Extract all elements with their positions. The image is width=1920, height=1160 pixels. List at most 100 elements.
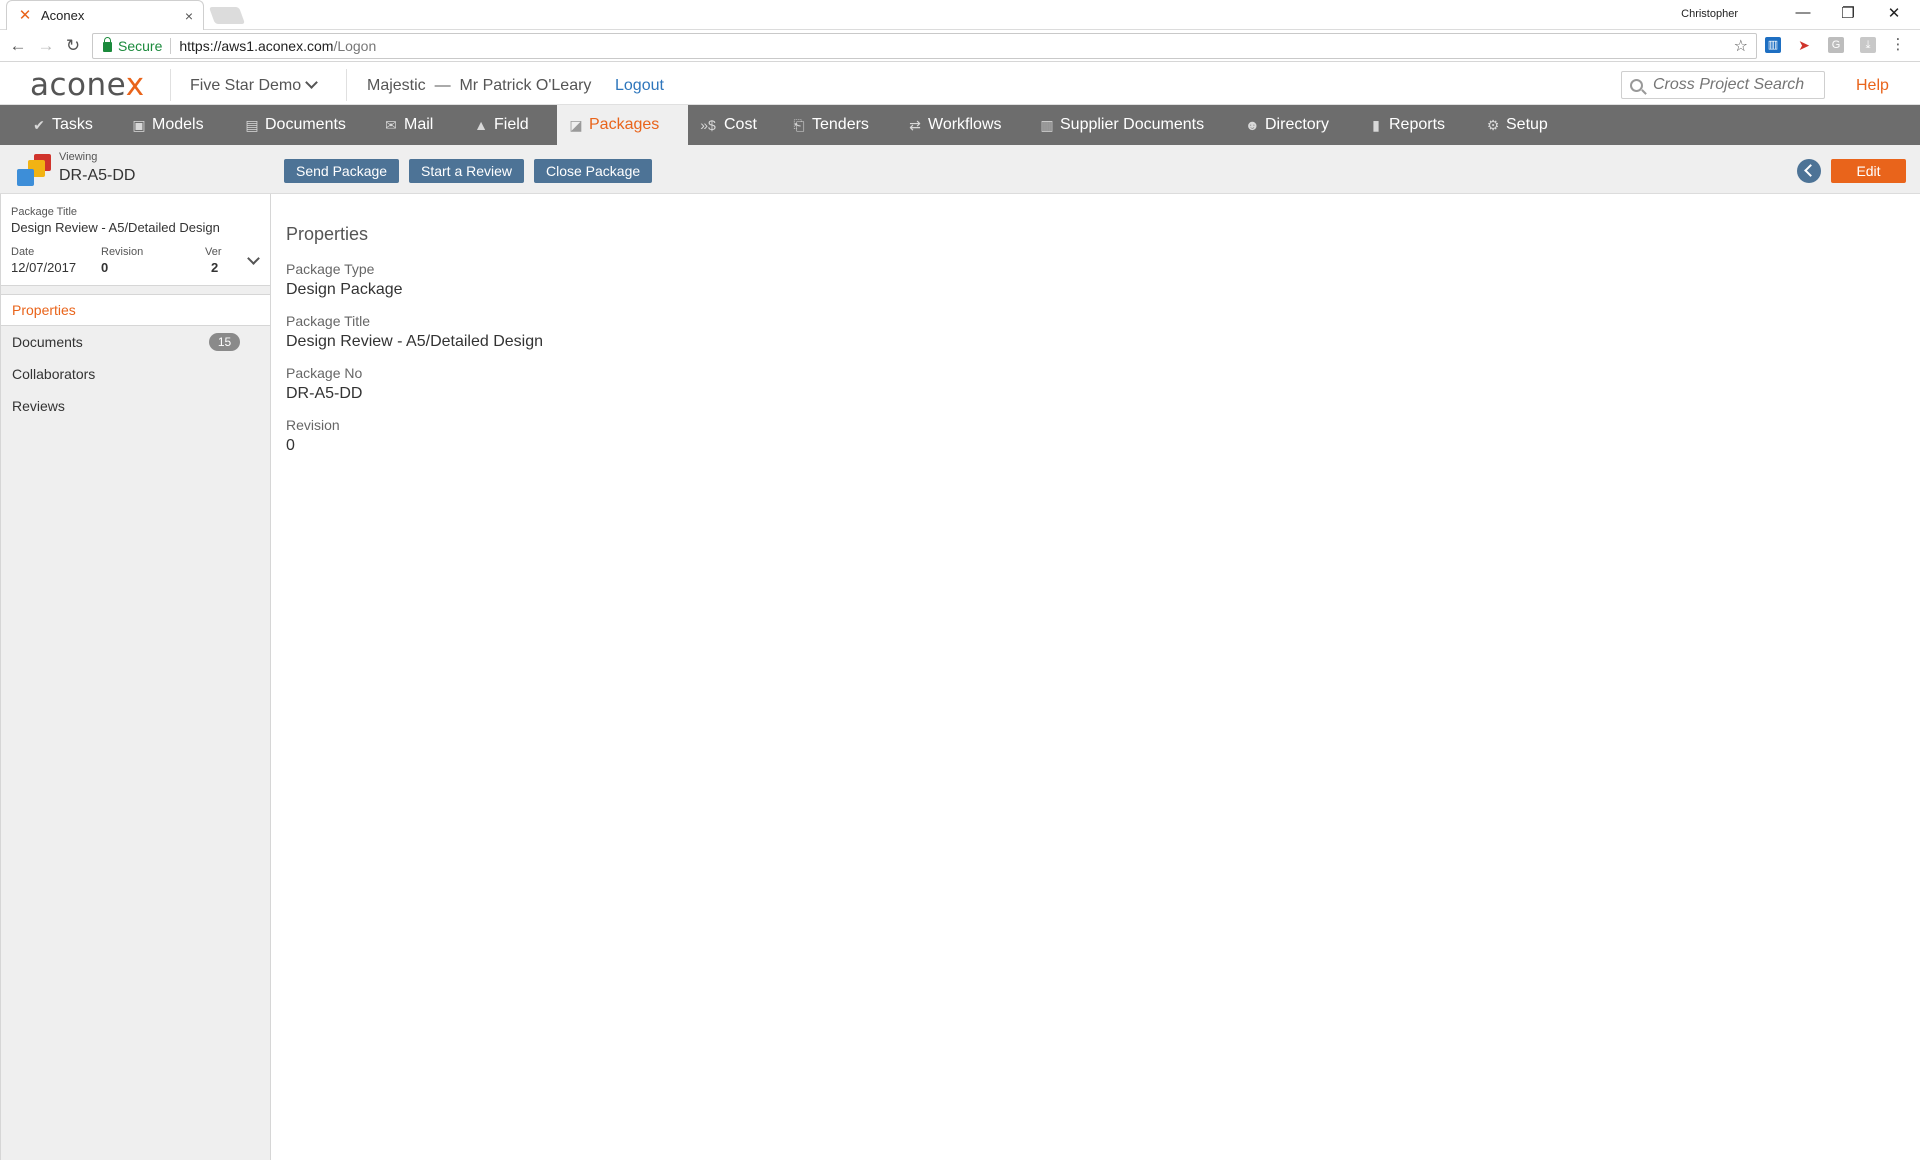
aconex-logo[interactable]: aconex — [30, 67, 145, 103]
pdf-extension-icon[interactable]: ⤓ — [1860, 37, 1876, 53]
gear-icon: ⚙ — [1486, 116, 1500, 133]
check-icon: ✔ — [33, 116, 45, 133]
cost-icon: »$ — [700, 117, 716, 133]
forward-arrow-icon[interactable]: → — [36, 36, 56, 56]
browser-user[interactable]: Christopher — [1681, 8, 1738, 20]
sidebar-item-reviews[interactable]: Reviews — [1, 390, 270, 422]
sidebar-item-label: Collaborators — [12, 366, 96, 382]
cross-project-search[interactable] — [1621, 71, 1825, 99]
nav-packages[interactable]: ◪ Packages — [557, 105, 688, 145]
summary-ver-value: 2 — [211, 260, 219, 275]
properties-panel: Properties Package Type Design Package P… — [272, 194, 1920, 1160]
browser-tab[interactable]: ✕ Aconex × — [6, 0, 204, 30]
project-name: Five Star Demo — [190, 77, 302, 94]
nav-setup[interactable]: ⚙ Setup — [1474, 105, 1560, 145]
nav-tasks[interactable]: ✔ Tasks — [20, 105, 105, 145]
nav-directory[interactable]: ☻ Directory — [1233, 105, 1341, 145]
summary-date-label: Date — [11, 246, 35, 258]
logo-accent: x — [125, 67, 145, 103]
url-input[interactable]: Secure https://aws1.aconex.com/Logon ☆ — [92, 33, 1757, 59]
help-link[interactable]: Help — [1856, 77, 1889, 95]
nav-label: Reports — [1389, 116, 1446, 133]
nav-field[interactable]: ▲ Field — [462, 105, 541, 145]
grammar-extension-icon[interactable]: G — [1828, 37, 1844, 53]
secure-label: Secure — [118, 38, 163, 54]
arrow-extension-icon[interactable]: ➤ — [1796, 37, 1812, 53]
nav-mail[interactable]: ✉ Mail — [372, 105, 445, 145]
nav-label: Directory — [1265, 116, 1330, 133]
tab-title: Aconex — [41, 8, 85, 23]
nav-reports[interactable]: ▮ Reports — [1357, 105, 1457, 145]
summary-title-value: Design Review - A5/Detailed Design — [11, 220, 220, 235]
property-label: Package No — [286, 365, 363, 381]
send-package-button[interactable]: Send Package — [284, 159, 400, 183]
package-icon-blue — [17, 169, 34, 186]
field-icon: ▲ — [474, 117, 488, 133]
documents-count-badge: 15 — [209, 333, 240, 351]
nav-label: Mail — [404, 116, 434, 133]
summary-date-value: 12/07/2017 — [11, 260, 77, 275]
nav-workflows[interactable]: ⇄ Workflows — [896, 105, 1014, 145]
package-summary: Package Title Design Review - A5/Detaile… — [1, 194, 270, 286]
sidebar-item-collaborators[interactable]: Collaborators — [1, 358, 270, 390]
nav-tenders[interactable]: ⎗ Tenders — [780, 105, 881, 145]
chevron-down-icon[interactable] — [247, 252, 260, 265]
start-review-button[interactable]: Start a Review — [409, 159, 525, 183]
logout-link[interactable]: Logout — [615, 77, 664, 95]
search-input[interactable] — [1653, 76, 1813, 94]
nav-documents[interactable]: ▤ Documents — [233, 105, 358, 145]
browser-menu-icon[interactable]: ⋮ — [1890, 37, 1906, 53]
project-selector[interactable]: Five Star Demo — [190, 76, 319, 95]
package-icon — [16, 154, 54, 188]
viewing-package-id: DR-A5-DD — [59, 167, 136, 184]
trello-extension-icon[interactable]: ▥ — [1765, 37, 1781, 53]
package-sidebar: Package Title Design Review - A5/Detaile… — [0, 194, 271, 1160]
new-tab-button[interactable] — [208, 7, 246, 24]
browser-tab-bar: ✕ Aconex × Christopher — ❐ ✕ — [0, 0, 1920, 30]
back-arrow-icon[interactable]: ← — [8, 36, 28, 56]
nav-label: Setup — [1506, 116, 1548, 133]
nav-label: Documents — [265, 116, 346, 133]
header-divider — [170, 69, 171, 101]
package-toolbar: Viewing DR-A5-DD Send Package Start a Re… — [0, 145, 1920, 194]
property-value-revision: 0 — [286, 437, 295, 454]
logo-text: acone — [30, 67, 126, 103]
nav-label: Packages — [589, 116, 660, 133]
sidebar-item-label: Documents — [12, 334, 83, 350]
supplier-documents-icon: ▥ — [1040, 116, 1054, 133]
aconex-favicon-icon: ✕ — [18, 6, 32, 24]
property-value-package-type: Design Package — [286, 281, 403, 298]
nav-label: Models — [152, 116, 204, 133]
collapse-back-button[interactable] — [1797, 159, 1821, 183]
sidebar-item-documents[interactable]: Documents 15 — [1, 326, 270, 358]
app-header: aconex Five Star Demo Majestic — Mr Patr… — [0, 63, 1920, 105]
close-package-button[interactable]: Close Package — [534, 159, 653, 183]
url-path: /Logon — [333, 38, 377, 54]
header-divider — [346, 69, 347, 101]
url-host: https://aws1.aconex.com — [179, 38, 334, 54]
property-label: Package Title — [286, 313, 371, 329]
close-window-icon[interactable]: ✕ — [1879, 4, 1909, 22]
property-label: Package Type — [286, 261, 375, 277]
property-label: Revision — [286, 417, 340, 433]
sidebar-item-properties[interactable]: Properties — [1, 294, 270, 326]
sidebar-nav: Properties Documents 15 Collaborators Rev… — [1, 294, 270, 422]
workflows-icon: ⇄ — [909, 116, 921, 133]
omnibox-divider — [170, 38, 172, 54]
minimize-icon[interactable]: — — [1788, 4, 1818, 21]
nav-models[interactable]: ▣ Models — [120, 105, 216, 145]
summary-ver-label: Ver — [205, 246, 222, 258]
restore-icon[interactable]: ❐ — [1833, 4, 1863, 22]
nav-label: Field — [494, 116, 529, 133]
cube-icon: ▣ — [132, 116, 146, 133]
tab-close-icon[interactable]: × — [185, 8, 193, 24]
reload-icon[interactable]: ↻ — [63, 36, 83, 56]
viewing-label: Viewing — [59, 151, 98, 163]
edit-button[interactable]: Edit — [1831, 159, 1906, 183]
nav-cost[interactable]: »$ Cost — [686, 105, 769, 145]
directory-icon: ☻ — [1245, 117, 1260, 133]
nav-supplier-documents[interactable]: ▥ Supplier Documents — [1028, 105, 1216, 145]
bookmark-star-icon[interactable]: ☆ — [1734, 36, 1748, 56]
section-title: Properties — [286, 224, 369, 244]
packages-icon: ◪ — [569, 116, 583, 133]
